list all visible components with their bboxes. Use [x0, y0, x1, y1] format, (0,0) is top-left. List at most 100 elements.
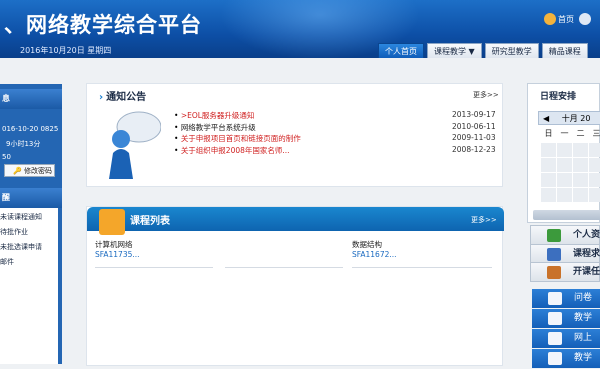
online-duration: 9小时13分	[6, 140, 41, 148]
site-title: 、网络教学综合平台	[4, 13, 202, 37]
notice-item[interactable]: • 关于申报项目首页和链接页面的制作	[174, 133, 301, 144]
task-icon	[547, 266, 561, 279]
right-blue-teaching[interactable]: 教学	[532, 309, 600, 328]
main-nav: 个人首页 课程教学 ▼ 研究型教学 精品课程	[378, 43, 588, 58]
right-blue-label: 教学	[574, 313, 593, 323]
course-list-title: 课程列表	[130, 216, 170, 227]
notice-item-text: >EOL服务器升级通知	[180, 111, 255, 120]
right-blue-chart[interactable]: 教学	[532, 349, 600, 368]
chart-icon	[548, 352, 562, 365]
calendar-day[interactable]	[573, 173, 588, 187]
tab-research-teaching[interactable]: 研究型教学	[484, 43, 539, 58]
date-display: 2016年10月20日 星期四	[20, 46, 112, 55]
calendar-day[interactable]	[541, 143, 556, 157]
course-name: 数据结构	[352, 240, 382, 249]
calendar-day[interactable]	[589, 158, 600, 172]
right-link-personal[interactable]: 个人资	[530, 225, 600, 245]
reminder-unread-notices[interactable]: 未读课程通知	[0, 212, 42, 222]
course-code-link[interactable]: SFA11672...	[352, 250, 397, 259]
calendar-day[interactable]	[557, 188, 572, 202]
sidebar-info-header: 息	[0, 89, 62, 109]
notice-item-date: 2009-11-03	[452, 133, 496, 142]
calendar-day[interactable]	[573, 188, 588, 202]
calendar-day[interactable]	[541, 188, 556, 202]
teaching-icon	[548, 312, 562, 325]
right-blue-survey[interactable]: 问卷	[532, 289, 600, 308]
notice-item[interactable]: • 关于组织申报2008年国家名师...	[174, 145, 290, 156]
calendar-scrollbar[interactable]	[533, 210, 600, 220]
left-sidebar: 息 016-10-20 0825 9小时13分 50 🔑 修改密码 醒 未读课程…	[0, 84, 62, 364]
tab-personal-home[interactable]: 个人首页	[378, 43, 424, 58]
course-list-panel: 课程列表 更多>> 计算机网络 SFA11735... 数据结构 SFA1167…	[86, 206, 504, 366]
notice-more-link[interactable]: 更多>>	[473, 90, 499, 100]
course-list-header: 课程列表 更多>>	[87, 207, 504, 235]
login-count: 50	[2, 153, 11, 161]
course-more-link[interactable]: 更多>>	[471, 215, 497, 225]
home-icon[interactable]	[544, 13, 556, 25]
right-blue-label: 问卷	[574, 293, 593, 303]
sidebar-reminder-header: 醒	[0, 188, 62, 208]
notice-item-text: 关于组织申报2008年国家名师...	[180, 146, 290, 155]
help-icon[interactable]	[579, 13, 591, 25]
notice-figure-icon	[109, 111, 161, 179]
reminder-pending-homework[interactable]: 待批作业	[0, 227, 28, 237]
right-link-label: 课程求	[573, 249, 600, 259]
divider	[352, 267, 492, 268]
notice-item[interactable]: • >EOL服务器升级通知	[174, 110, 254, 121]
calendar-day[interactable]	[589, 173, 600, 187]
calendar-day[interactable]	[557, 158, 572, 172]
calendar-title: 日程安排	[540, 92, 577, 102]
right-link-label: 个人资	[573, 230, 600, 240]
login-time: 016-10-20 0825	[2, 125, 59, 133]
right-blue-label: 网上	[574, 333, 593, 343]
calendar-month: 十月 20	[561, 114, 591, 123]
weekday-label: 日	[544, 129, 553, 138]
right-link-task[interactable]: 开课任	[530, 262, 600, 282]
home-link[interactable]: 首页	[558, 14, 574, 25]
page: 、网络教学综合平台 2016年10月20日 星期四 首页 个人首页 课程教学 ▼…	[0, 0, 600, 369]
notice-panel: 通知公告 更多>> • >EOL服务器升级通知 2013-09-17 • 网络教…	[86, 83, 503, 187]
weekday-label: 一	[560, 129, 569, 138]
right-link-course-request[interactable]: 课程求	[530, 244, 600, 264]
personal-icon	[547, 229, 561, 242]
notice-title: 通知公告	[99, 88, 146, 103]
mail-icon	[548, 332, 562, 345]
key-icon: 🔑	[13, 167, 22, 175]
reminder-course-requests[interactable]: 未批选课申请	[0, 242, 42, 252]
notice-item-date: 2013-09-17	[452, 110, 496, 119]
course-name: 计算机网络	[95, 240, 133, 249]
notice-item[interactable]: • 网络教学平台系统升级	[174, 122, 256, 133]
course-list-icon	[99, 209, 125, 235]
edit-password-label: 修改密码	[24, 167, 52, 175]
right-link-label: 开课任	[573, 267, 600, 277]
header: 、网络教学综合平台 2016年10月20日 星期四 首页 个人首页 课程教学 ▼…	[0, 0, 600, 60]
tab-quality-courses[interactable]: 精品课程	[541, 43, 588, 58]
calendar-day[interactable]	[541, 173, 556, 187]
course-code-link[interactable]: SFA11735...	[95, 250, 140, 259]
notice-item-date: 2008-12-23	[452, 145, 496, 154]
reminder-mail[interactable]: 邮件	[0, 257, 14, 267]
calendar-panel: 日程安排 ◀ 十月 20 日 一 二 三	[527, 83, 600, 223]
course-request-icon	[547, 248, 561, 261]
right-blue-label: 教学	[574, 353, 593, 363]
calendar-day[interactable]	[589, 143, 600, 157]
tab-course-teaching[interactable]: 课程教学 ▼	[427, 43, 482, 58]
right-blue-mail[interactable]: 网上	[532, 329, 600, 348]
weekday-label: 二	[576, 129, 585, 138]
notice-item-date: 2010-06-11	[452, 122, 496, 131]
calendar-day[interactable]	[557, 173, 572, 187]
divider	[225, 267, 343, 268]
calendar-day[interactable]	[589, 188, 600, 202]
prev-month-icon[interactable]: ◀	[543, 114, 549, 123]
notice-item-text: 网络教学平台系统升级	[180, 123, 256, 132]
reminder-list: 未读课程通知 待批作业 未批选课申请 邮件	[0, 208, 58, 364]
notice-item-text: 关于申报项目首页和链接页面的制作	[180, 134, 301, 143]
edit-password-button[interactable]: 🔑 修改密码	[4, 164, 55, 177]
calendar-day[interactable]	[573, 158, 588, 172]
calendar-day[interactable]	[557, 143, 572, 157]
calendar-month-bar: ◀ 十月 20	[538, 111, 600, 125]
calendar-day[interactable]	[573, 143, 588, 157]
weekday-label: 三	[592, 129, 600, 138]
divider	[95, 267, 213, 268]
calendar-day[interactable]	[541, 158, 556, 172]
